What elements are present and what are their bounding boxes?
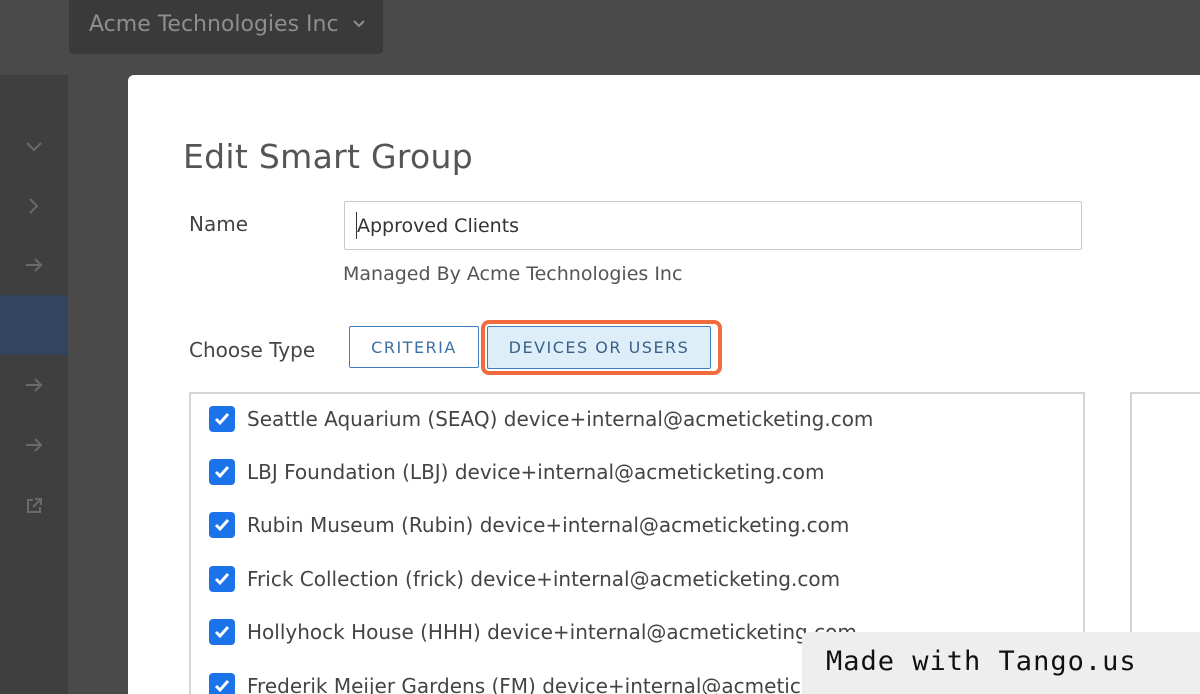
arrow-right-icon[interactable]	[0, 365, 68, 405]
chevron-right-icon[interactable]	[0, 186, 68, 226]
chevron-down-icon[interactable]	[0, 127, 68, 167]
list-item[interactable]: Hollyhock House (HHH) device+internal@ac…	[209, 617, 857, 647]
arrow-right-icon[interactable]	[0, 245, 68, 285]
modal-title: Edit Smart Group	[183, 137, 473, 176]
tango-watermark: Made with Tango.us	[802, 632, 1200, 694]
checkbox-checked[interactable]	[209, 673, 235, 694]
external-link-icon[interactable]	[0, 486, 68, 526]
list-item[interactable]: LBJ Foundation (LBJ) device+internal@acm…	[209, 457, 824, 487]
sidebar	[0, 75, 68, 694]
name-label: Name	[189, 212, 249, 236]
sidebar-active-item[interactable]	[0, 295, 68, 355]
list-item[interactable]: Frick Collection (frick) device+internal…	[209, 564, 840, 594]
checkbox-checked[interactable]	[209, 566, 235, 592]
choose-type-label: Choose Type	[189, 338, 316, 362]
arrow-right-icon[interactable]	[0, 425, 68, 465]
checkbox-checked[interactable]	[209, 459, 235, 485]
list-item-label: LBJ Foundation (LBJ) device+internal@acm…	[247, 460, 825, 484]
list-item-label: Seattle Aquarium (SEAQ) device+internal@…	[247, 407, 874, 431]
list-item[interactable]: Rubin Museum (Rubin) device+internal@acm…	[209, 510, 849, 540]
checkbox-checked[interactable]	[209, 512, 235, 538]
org-switcher[interactable]: Acme Technologies Inc	[69, 0, 383, 54]
name-input[interactable]	[344, 201, 1082, 250]
devices-or-users-button[interactable]: DEVICES OR USERS	[487, 326, 711, 369]
list-item[interactable]: Seattle Aquarium (SEAQ) device+internal@…	[209, 404, 873, 434]
top-bar: Acme Technologies Inc	[0, 0, 1200, 75]
chevron-down-icon	[352, 0, 366, 46]
list-item-label: Rubin Museum (Rubin) device+internal@acm…	[247, 513, 850, 537]
checkbox-checked[interactable]	[209, 406, 235, 432]
org-switcher-label: Acme Technologies Inc	[89, 12, 339, 37]
edit-smart-group-modal: Edit Smart Group Name Managed By Acme Te…	[128, 75, 1200, 694]
managed-by-text: Managed By Acme Technologies Inc	[343, 263, 683, 285]
criteria-button[interactable]: CRITERIA	[349, 326, 479, 368]
text-cursor	[356, 212, 357, 239]
list-item-label: Hollyhock House (HHH) device+internal@ac…	[247, 620, 857, 644]
checkbox-checked[interactable]	[209, 619, 235, 645]
list-item-label: Frick Collection (frick) device+internal…	[247, 567, 841, 591]
